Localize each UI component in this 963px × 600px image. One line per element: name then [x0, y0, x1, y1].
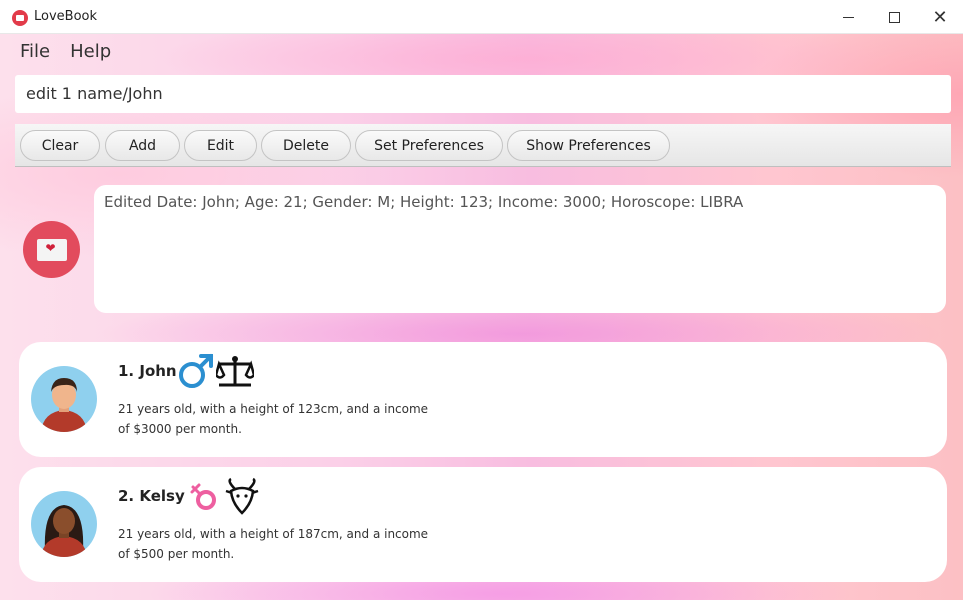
set-preferences-button[interactable]: Set Preferences [355, 130, 503, 161]
title-bar: LoveBook ✕ [0, 0, 963, 34]
date-name: 1. John [118, 362, 177, 380]
show-preferences-button[interactable]: Show Preferences [507, 130, 670, 161]
maximize-icon [888, 11, 900, 23]
result-display: Edited Date: John; Age: 21; Gender: M; H… [94, 185, 946, 313]
date-description: 21 years old, with a height of 123cm, an… [118, 402, 429, 436]
maximize-button[interactable] [871, 0, 917, 34]
edit-button[interactable]: Edit [184, 130, 257, 161]
date-card[interactable]: 1. John 21 years old, with a height of 1… [19, 342, 947, 457]
female-icon [190, 483, 216, 510]
app-logo-icon [12, 10, 28, 26]
menu-bar: File Help [20, 41, 111, 62]
male-icon [179, 354, 213, 388]
minimize-icon [842, 16, 854, 18]
clear-button[interactable]: Clear [20, 130, 100, 161]
male-avatar-icon [31, 366, 97, 432]
menu-file[interactable]: File [20, 41, 50, 62]
delete-button[interactable]: Delete [261, 130, 351, 161]
date-name: 2. Kelsy [118, 487, 185, 505]
close-icon: ✕ [932, 6, 948, 28]
date-card[interactable]: 2. Kelsy 21 years old, with a height of … [19, 467, 947, 582]
window-title: LoveBook [34, 9, 98, 24]
command-input[interactable]: edit 1 name/John [15, 75, 951, 113]
love-letter-icon [23, 221, 80, 278]
menu-help[interactable]: Help [70, 41, 111, 62]
libra-icon [216, 356, 254, 387]
minimize-button[interactable] [825, 0, 871, 34]
close-button[interactable]: ✕ [917, 0, 963, 34]
add-button[interactable]: Add [105, 130, 180, 161]
capricorn-goat-icon [225, 477, 259, 515]
female-avatar-icon [31, 491, 97, 557]
button-toolbar: Clear Add Edit Delete Set Preferences Sh… [15, 124, 951, 167]
date-description: 21 years old, with a height of 187cm, an… [118, 527, 429, 561]
envelope-icon [36, 238, 67, 261]
